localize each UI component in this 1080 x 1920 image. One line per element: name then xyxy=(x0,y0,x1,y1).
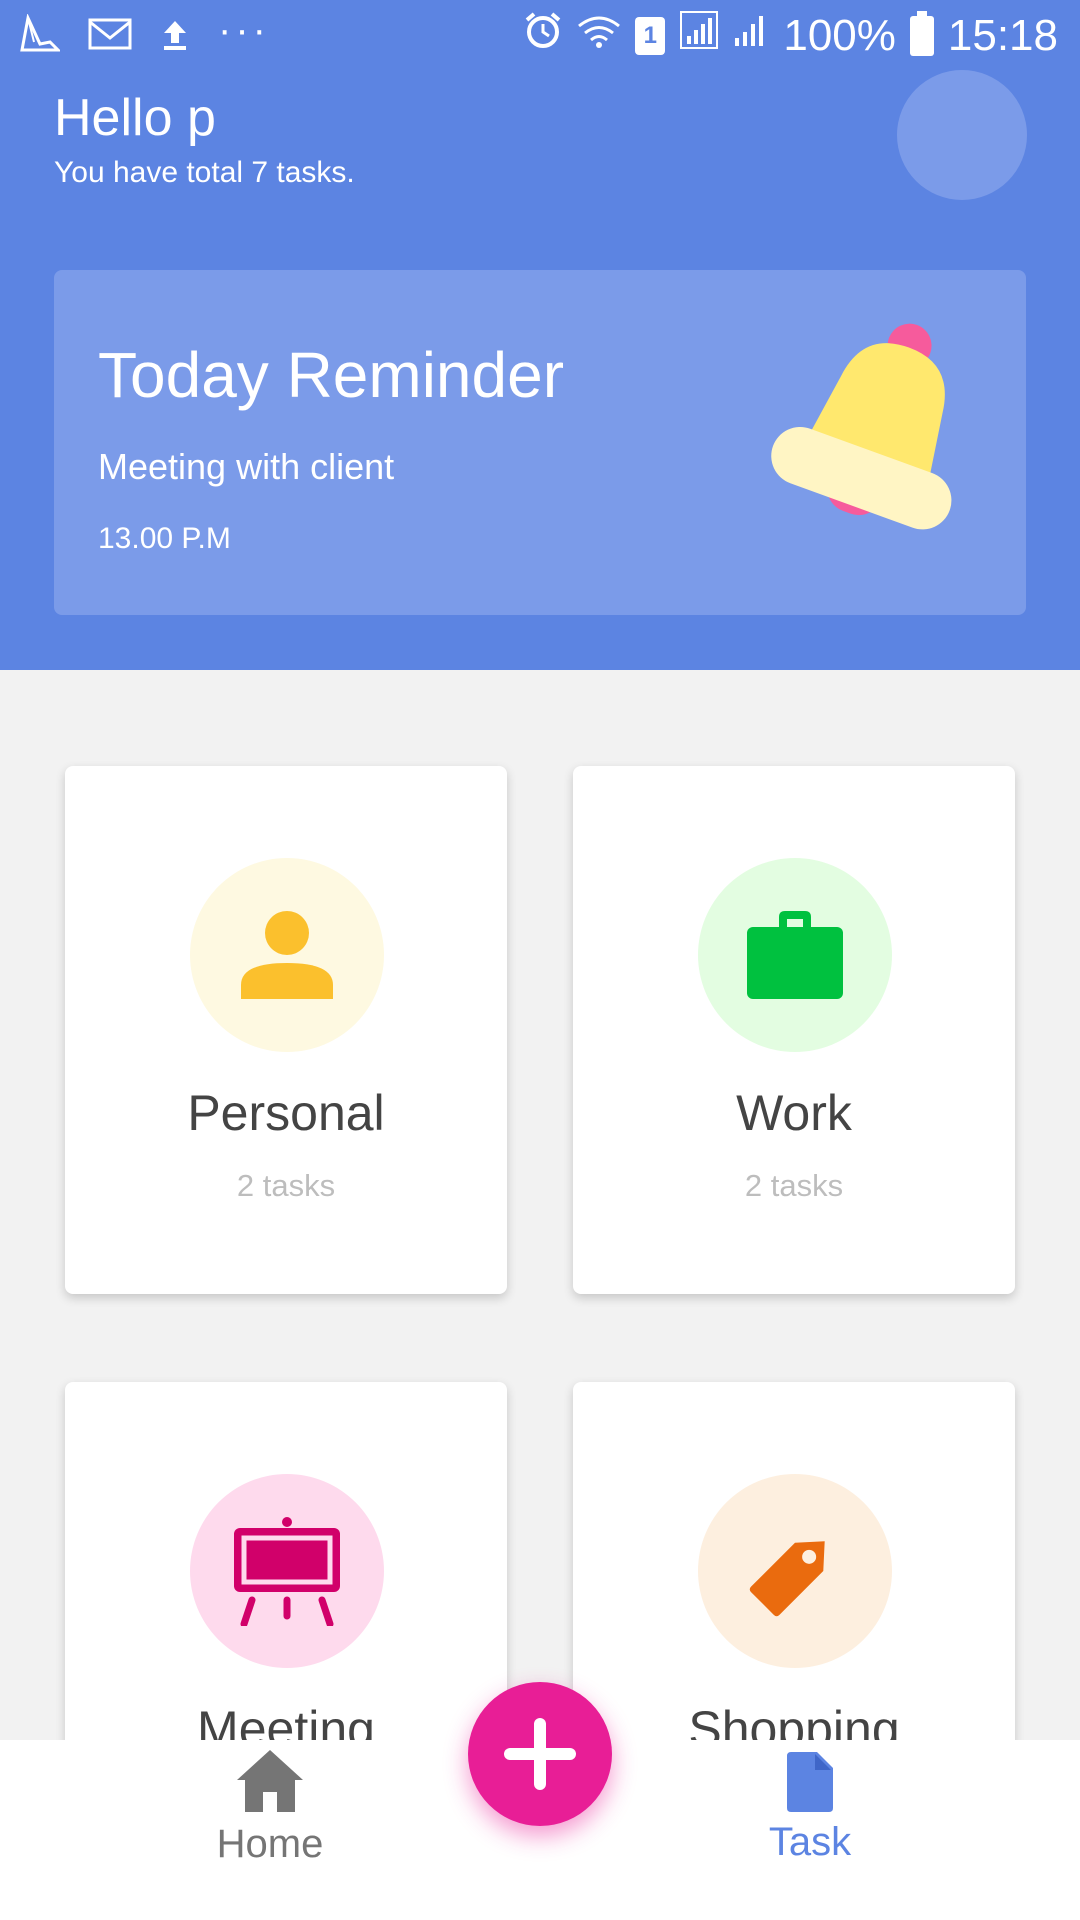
today-reminder-card[interactable]: Today Reminder Meeting with client 13.00… xyxy=(54,270,1026,615)
add-task-button[interactable] xyxy=(468,1682,612,1826)
nav-home-label: Home xyxy=(216,1822,324,1866)
nav-task-label: Task xyxy=(768,1820,852,1864)
category-name: Personal xyxy=(187,1085,385,1141)
person-icon xyxy=(241,911,333,999)
home-icon xyxy=(237,1750,303,1812)
clock: 15:18 xyxy=(947,10,1058,60)
more-notifications-icon: ··· xyxy=(218,8,270,52)
task-summary: You have total 7 tasks. xyxy=(54,156,355,189)
reminder-title: Today Reminder xyxy=(98,339,564,411)
header-section: ··· 1 100% 15:18 Hello p You have total … xyxy=(0,0,1080,670)
reminder-description: Meeting with client xyxy=(98,446,395,487)
category-count: 2 tasks xyxy=(744,1168,844,1203)
category-name: Work xyxy=(736,1085,852,1141)
document-icon xyxy=(787,1752,833,1812)
sim-indicator: 1 xyxy=(635,16,666,55)
nav-task[interactable]: Task xyxy=(690,1740,930,1920)
briefcase-icon xyxy=(747,911,843,999)
presentation-board-icon xyxy=(234,1517,340,1626)
category-count: 2 tasks xyxy=(236,1168,336,1203)
reminder-time: 13.00 P.M xyxy=(98,522,231,555)
alarm-icon xyxy=(523,10,563,61)
wifi-icon xyxy=(577,11,621,61)
price-tag-icon xyxy=(749,1541,825,1617)
meeting-icon-circle xyxy=(190,1474,384,1668)
upload-icon xyxy=(160,17,190,56)
battery-percent: 100% xyxy=(783,10,896,60)
personal-icon-circle xyxy=(190,858,384,1052)
avatar[interactable] xyxy=(897,70,1027,200)
category-card-work[interactable]: Work 2 tasks xyxy=(573,766,1015,1294)
plus-icon xyxy=(504,1718,576,1790)
signal-sim1-icon xyxy=(679,10,719,61)
status-bar: ··· 1 100% 15:18 xyxy=(0,0,1080,76)
status-notifications: ··· xyxy=(20,8,270,59)
app-notification-icon xyxy=(20,13,62,59)
nav-home[interactable]: Home xyxy=(150,1740,390,1920)
bell-icon xyxy=(754,300,994,540)
status-indicators: 1 100% 15:18 xyxy=(523,10,1058,61)
battery-icon xyxy=(909,10,934,56)
shopping-icon-circle xyxy=(698,1474,892,1668)
greeting: Hello p xyxy=(54,89,216,147)
signal-sim2-icon xyxy=(733,10,769,61)
category-card-personal[interactable]: Personal 2 tasks xyxy=(65,766,507,1294)
work-icon-circle xyxy=(698,858,892,1052)
gmail-icon xyxy=(88,16,132,57)
